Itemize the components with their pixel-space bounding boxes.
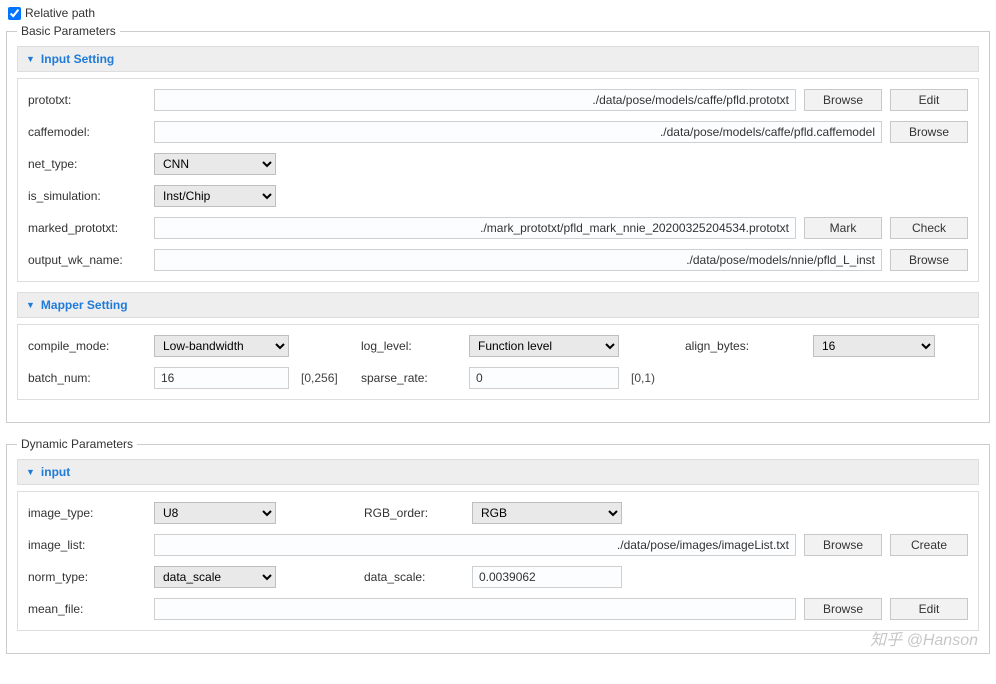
compile-mode-select[interactable]: Low-bandwidth [154, 335, 289, 357]
is-simulation-select[interactable]: Inst/Chip [154, 185, 276, 207]
marked-prototxt-input[interactable] [154, 217, 796, 239]
rgb-order-select[interactable]: RGB [472, 502, 622, 524]
relative-path-checkbox[interactable] [8, 7, 21, 20]
log-level-label: log_level: [361, 339, 461, 353]
collapse-icon: ▼ [26, 54, 35, 64]
caffemodel-label: caffemodel: [28, 125, 146, 139]
mean-file-row: mean_file: Browse Edit [28, 598, 968, 620]
dynamic-input-title: input [41, 465, 70, 479]
norm-type-select[interactable]: data_scale [154, 566, 276, 588]
output-wk-row: output_wk_name: Browse [28, 249, 968, 271]
prototxt-row: prototxt: Browse Edit [28, 89, 968, 111]
input-setting-header[interactable]: ▼ Input Setting [17, 46, 979, 72]
prototxt-edit-button[interactable]: Edit [890, 89, 968, 111]
dynamic-input-header[interactable]: ▼ input [17, 459, 979, 485]
output-wk-browse-button[interactable]: Browse [890, 249, 968, 271]
output-wk-input[interactable] [154, 249, 882, 271]
image-type-select[interactable]: U8 [154, 502, 276, 524]
image-list-label: image_list: [28, 538, 146, 552]
norm-type-row: norm_type: data_scale data_scale: [28, 566, 968, 588]
input-setting-title: Input Setting [41, 52, 114, 66]
is-simulation-row: is_simulation: Inst/Chip [28, 185, 968, 207]
relative-path-row: Relative path [6, 6, 990, 20]
sparse-rate-label: sparse_rate: [361, 371, 461, 385]
mean-file-label: mean_file: [28, 602, 146, 616]
mean-file-browse-button[interactable]: Browse [804, 598, 882, 620]
check-button[interactable]: Check [890, 217, 968, 239]
batch-num-hint: [0,256] [301, 371, 351, 385]
net-type-row: net_type: CNN [28, 153, 968, 175]
output-wk-label: output_wk_name: [28, 253, 146, 267]
basic-parameters-legend: Basic Parameters [17, 24, 120, 38]
prototxt-input[interactable] [154, 89, 796, 111]
image-list-create-button[interactable]: Create [890, 534, 968, 556]
collapse-icon: ▼ [26, 467, 35, 477]
image-list-row: image_list: Browse Create [28, 534, 968, 556]
log-level-select[interactable]: Function level [469, 335, 619, 357]
collapse-icon: ▼ [26, 300, 35, 310]
mean-file-edit-button[interactable]: Edit [890, 598, 968, 620]
sparse-rate-hint: [0,1) [631, 371, 681, 385]
dynamic-parameters-legend: Dynamic Parameters [17, 437, 137, 451]
marked-prototxt-label: marked_prototxt: [28, 221, 146, 235]
caffemodel-browse-button[interactable]: Browse [890, 121, 968, 143]
basic-parameters-group: Basic Parameters ▼ Input Setting prototx… [6, 24, 990, 423]
align-bytes-select[interactable]: 16 [813, 335, 935, 357]
image-type-label: image_type: [28, 506, 146, 520]
caffemodel-row: caffemodel: Browse [28, 121, 968, 143]
dynamic-input-body: image_type: U8 RGB_order: RGB image_list… [17, 491, 979, 631]
norm-type-label: norm_type: [28, 570, 146, 584]
prototxt-label: prototxt: [28, 93, 146, 107]
mark-button[interactable]: Mark [804, 217, 882, 239]
data-scale-input[interactable] [472, 566, 622, 588]
mapper-setting-header[interactable]: ▼ Mapper Setting [17, 292, 979, 318]
marked-prototxt-row: marked_prototxt: Mark Check [28, 217, 968, 239]
mapper-setting-title: Mapper Setting [41, 298, 128, 312]
compile-mode-label: compile_mode: [28, 339, 146, 353]
prototxt-browse-button[interactable]: Browse [804, 89, 882, 111]
net-type-label: net_type: [28, 157, 146, 171]
align-bytes-label: align_bytes: [685, 339, 805, 353]
input-setting-body: prototxt: Browse Edit caffemodel: Browse… [17, 78, 979, 282]
net-type-select[interactable]: CNN [154, 153, 276, 175]
batch-num-label: batch_num: [28, 371, 146, 385]
data-scale-label: data_scale: [364, 570, 464, 584]
relative-path-label: Relative path [25, 6, 95, 20]
dynamic-parameters-group: Dynamic Parameters ▼ input image_type: U… [6, 437, 990, 654]
image-type-row: image_type: U8 RGB_order: RGB [28, 502, 968, 524]
rgb-order-label: RGB_order: [364, 506, 464, 520]
batch-num-input[interactable] [154, 367, 289, 389]
caffemodel-input[interactable] [154, 121, 882, 143]
image-list-input[interactable] [154, 534, 796, 556]
mapper-setting-body: compile_mode: Low-bandwidth log_level: F… [17, 324, 979, 400]
is-simulation-label: is_simulation: [28, 189, 146, 203]
mean-file-input[interactable] [154, 598, 796, 620]
sparse-rate-input[interactable] [469, 367, 619, 389]
image-list-browse-button[interactable]: Browse [804, 534, 882, 556]
